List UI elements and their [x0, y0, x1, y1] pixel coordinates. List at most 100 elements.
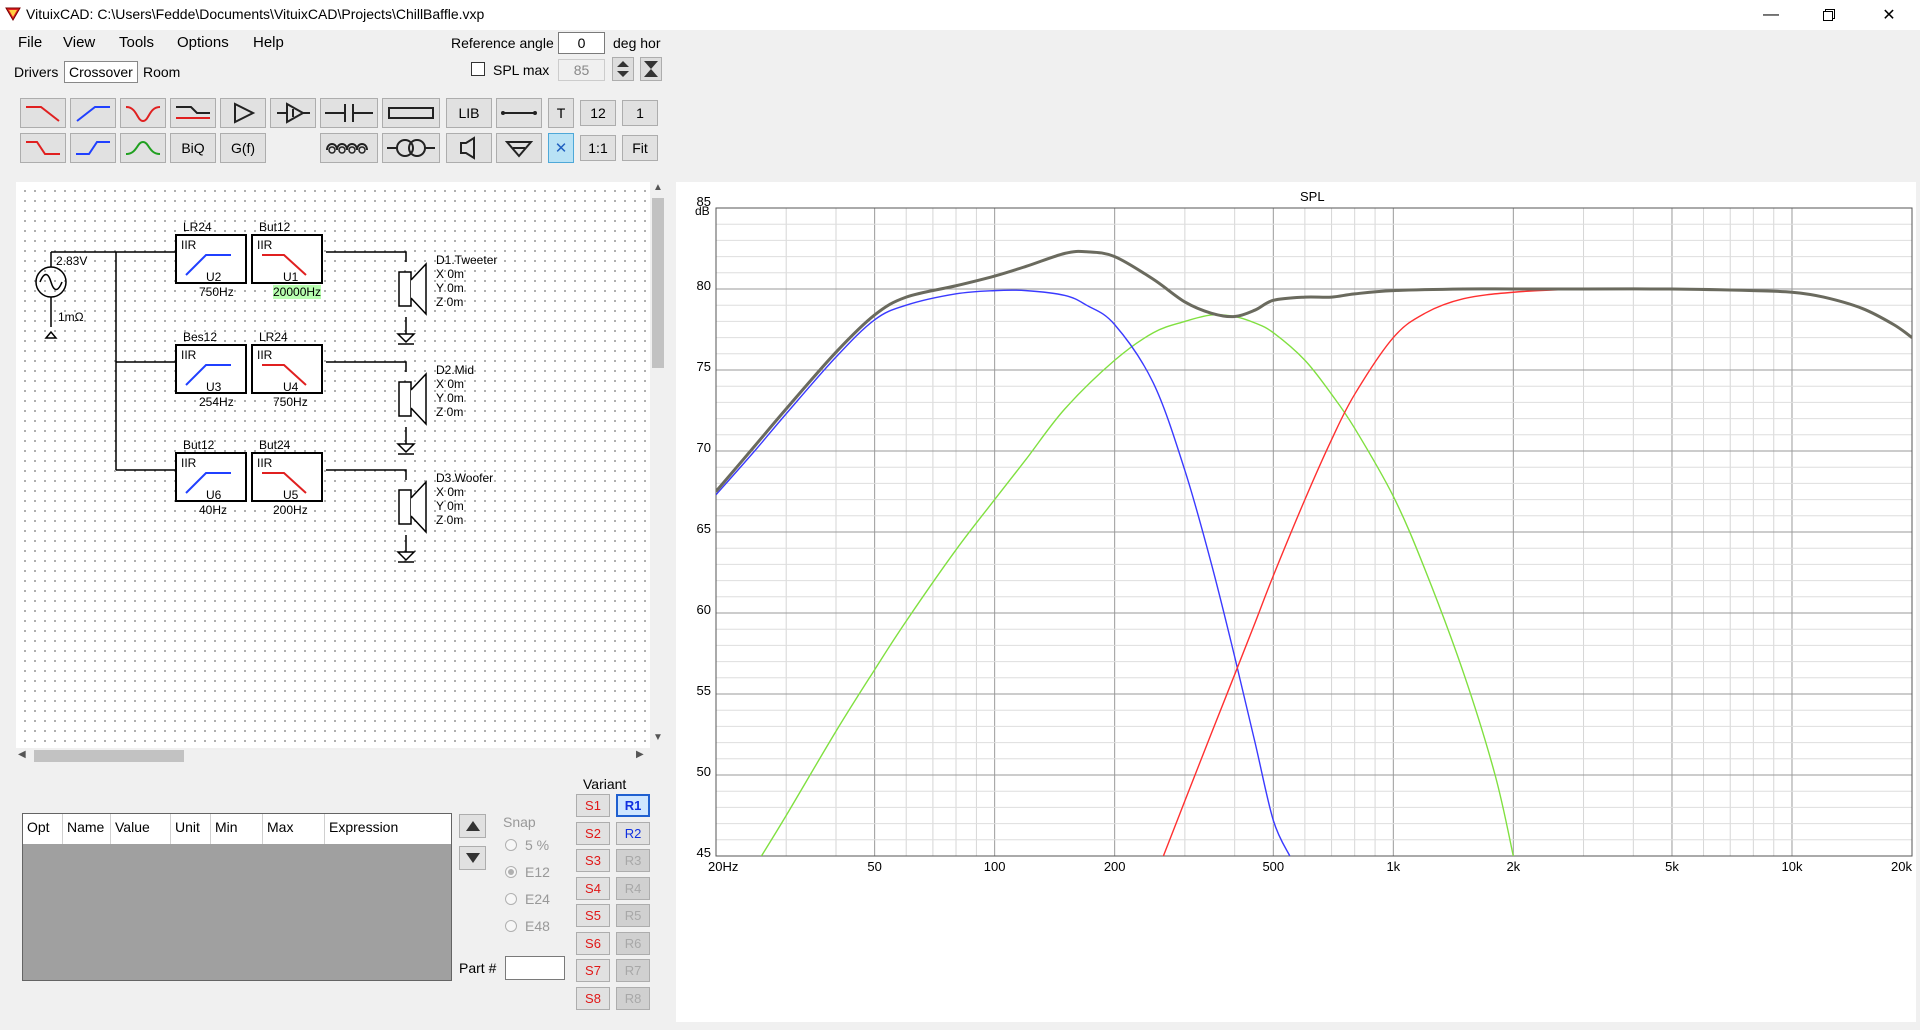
variant-r4-button[interactable]: R4	[616, 876, 650, 900]
variant-r1-button[interactable]: R1	[616, 794, 650, 817]
text-tool-button[interactable]: T	[548, 98, 574, 128]
snap-5-radio[interactable]	[505, 839, 517, 851]
spl-max-spinner[interactable]	[612, 57, 634, 81]
snap-label: Snap	[503, 814, 536, 830]
y-tick-label: 70	[697, 440, 711, 455]
vscroll-down-icon[interactable]: ▼	[653, 732, 663, 743]
tab-crossover[interactable]: Crossover	[64, 61, 138, 83]
part-number-input[interactable]	[505, 956, 565, 980]
driver-mid-name: D2.Mid	[436, 363, 475, 377]
gf-button[interactable]: G(f)	[220, 133, 266, 163]
lowpass2-button[interactable]	[20, 133, 66, 163]
block-u4-freq: 750Hz	[273, 395, 308, 409]
zoom-1-1-button[interactable]: 1:1	[580, 135, 616, 161]
move-up-button[interactable]	[459, 814, 486, 838]
variant-s4-button[interactable]: S4	[576, 876, 610, 900]
capacitor-icon	[325, 104, 373, 122]
variant-r8-button[interactable]: R8	[616, 986, 650, 1010]
tab-drivers[interactable]: Drivers	[10, 62, 62, 84]
variant-s6-button[interactable]: S6	[576, 931, 610, 955]
variant-r2-button[interactable]: R2	[616, 821, 650, 845]
capacitor-button[interactable]	[320, 98, 378, 128]
vscroll-thumb[interactable]	[652, 198, 664, 368]
amplifier-button[interactable]	[220, 98, 266, 128]
variant-s7-button[interactable]: S7	[576, 959, 610, 982]
snap-e48-radio[interactable]	[505, 920, 517, 932]
menu-tools[interactable]: Tools	[119, 34, 154, 51]
hscroll-left-icon[interactable]: ◀	[18, 749, 26, 760]
variant-r3-button[interactable]: R3	[616, 849, 650, 872]
block-u5-freq: 200Hz	[273, 503, 308, 517]
variant-r7-button[interactable]: R7	[616, 959, 650, 982]
shelf-button[interactable]	[170, 98, 216, 128]
close-button[interactable]: ✕	[1866, 0, 1912, 30]
source-voltage: 2.83V	[56, 254, 88, 268]
menu-help[interactable]: Help	[253, 34, 284, 51]
variant-r5-button[interactable]: R5	[616, 904, 650, 927]
variant-s5-button[interactable]: S5	[576, 904, 610, 927]
ground-button[interactable]	[496, 133, 542, 163]
transformer-button[interactable]	[382, 133, 440, 163]
spl-graph[interactable]: SPLdBdeg85180801357590704565060-4555-905…	[676, 182, 1916, 1022]
tab-room[interactable]: Room	[139, 62, 184, 84]
driver-tweeter-y: Y 0m	[436, 281, 464, 295]
spl-max-input[interactable]: 85	[558, 59, 605, 81]
highpass2-button[interactable]	[70, 133, 116, 163]
variant-s2-button[interactable]: S2	[576, 821, 610, 845]
arrow-up-icon	[465, 821, 480, 831]
restore-button[interactable]	[1806, 0, 1852, 30]
resistor-button[interactable]	[382, 98, 440, 128]
fit-button[interactable]: Fit	[622, 135, 658, 161]
y-tick-label: 50	[697, 764, 711, 779]
reference-angle-input[interactable]: 0	[558, 32, 605, 54]
x-tick-label: 20Hz	[708, 859, 738, 874]
menu-options-label: Options	[177, 34, 229, 51]
wire-button[interactable]	[496, 98, 542, 128]
snap-e12-radio[interactable]	[505, 866, 517, 878]
grid-1-button[interactable]: 1	[622, 100, 658, 126]
lowpass-button[interactable]	[20, 98, 66, 128]
biq-button[interactable]: BiQ	[170, 133, 216, 163]
schematic-vscrollbar[interactable]: ▲ ▼	[650, 182, 666, 748]
snap-e48-label: E48	[525, 918, 550, 934]
grid-12-button[interactable]: 12	[580, 100, 616, 126]
spl-max-collapse-button[interactable]	[640, 57, 662, 81]
highpass-button[interactable]	[70, 98, 116, 128]
y-tick-label: 80	[697, 278, 711, 293]
variant-s8-button[interactable]: S8	[576, 986, 610, 1010]
lib-label: LIB	[458, 105, 480, 121]
driver-tweeter-name: D1.Tweeter	[436, 253, 498, 267]
minimize-button[interactable]: —	[1748, 0, 1794, 30]
menu-view[interactable]: View	[63, 34, 95, 51]
buffer-button[interactable]	[270, 98, 316, 128]
notch-button[interactable]	[120, 98, 166, 128]
menu-options[interactable]: Options	[177, 34, 229, 51]
ground-icon	[504, 141, 534, 158]
hscroll-thumb[interactable]	[34, 750, 184, 762]
block-u6-type: But12	[183, 438, 215, 452]
menu-file[interactable]: File	[18, 34, 42, 51]
speaker-button[interactable]	[446, 133, 492, 163]
move-down-button[interactable]	[459, 846, 486, 870]
snap-e12-dot	[508, 869, 514, 875]
variant-s3-button[interactable]: S3	[576, 849, 610, 872]
biq-label: BiQ	[181, 140, 205, 156]
parameters-table[interactable]: Opt Name Value Unit Min Max Expression	[22, 813, 452, 981]
variant-r6-button[interactable]: R6	[616, 931, 650, 955]
block-u3-freq: 254Hz	[199, 395, 234, 409]
delete-button[interactable]: ✕	[548, 133, 574, 163]
schematic-canvas[interactable]: 2.83V 1mΩ LR24 IIR U2 750Hz But12 IIR U1…	[16, 182, 650, 748]
block-u6-iir: IIR	[181, 456, 197, 470]
vscroll-up-icon[interactable]: ▲	[653, 182, 663, 193]
hscroll-right-icon[interactable]: ▶	[636, 749, 644, 760]
spl-max-checkbox[interactable]	[471, 62, 485, 76]
lib-button[interactable]: LIB	[446, 98, 492, 128]
variant-s1-button[interactable]: S1	[576, 794, 610, 817]
schematic-hscrollbar[interactable]: ◀ ▶	[16, 748, 650, 764]
peak-button[interactable]	[120, 133, 166, 163]
snap-e24-radio[interactable]	[505, 893, 517, 905]
lowpass-icon	[26, 106, 60, 122]
reference-angle-label: Reference angle	[451, 35, 554, 51]
inductor-button[interactable]	[320, 133, 378, 163]
col-unit: Unit	[171, 814, 211, 844]
